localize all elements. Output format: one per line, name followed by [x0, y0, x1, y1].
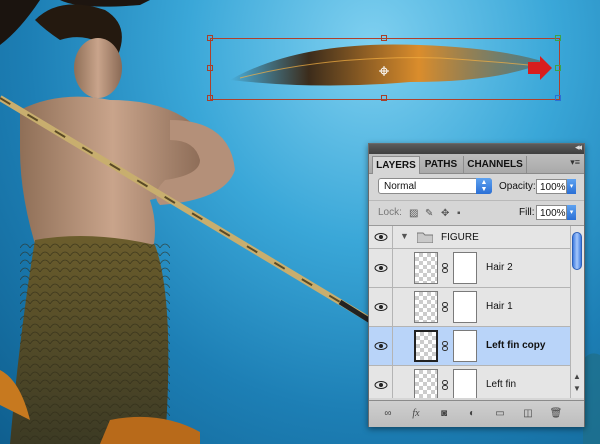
opacity-dropdown-icon[interactable]: ▾	[567, 179, 576, 194]
layer-mask-thumbnail[interactable]	[453, 291, 477, 323]
visibility-eye-icon[interactable]	[374, 262, 388, 274]
layer-hair-1[interactable]: Hair 1	[369, 288, 570, 327]
mask-link-icon[interactable]	[442, 302, 448, 312]
transform-handle-top-left[interactable]	[207, 35, 213, 41]
collapse-panel-icon[interactable]: ◂◂	[575, 142, 582, 153]
layers-scrollbar[interactable]: ▲ ▼	[570, 226, 584, 398]
layer-hair-2[interactable]: Hair 2	[369, 249, 570, 288]
transform-handle-bottom-left[interactable]	[207, 95, 213, 101]
transform-handle-top-right[interactable]	[555, 35, 561, 41]
layer-name: Hair 2	[486, 262, 513, 273]
transform-handle-bottom-right[interactable]	[555, 95, 561, 101]
blend-mode-arrows-icon[interactable]: ▲ ▼	[476, 178, 492, 194]
scroll-down-arrow-icon[interactable]: ▼	[573, 384, 581, 393]
layer-left-fin-copy[interactable]: Left fin copy	[369, 327, 570, 366]
blend-mode-value: Normal	[384, 181, 417, 192]
lock-position-icon[interactable]: ✥	[441, 209, 451, 219]
blend-mode-select[interactable]: Normal ▲ ▼	[378, 178, 492, 194]
opacity-input[interactable]: 100%	[536, 179, 567, 194]
layer-mask-thumbnail[interactable]	[453, 330, 477, 362]
fx-icon[interactable]: fx	[409, 407, 423, 421]
fill-input[interactable]: 100%	[536, 205, 567, 220]
layers-list: ▼ FIGURE Hair 2 Hair 1 Left fin copy Lef…	[369, 226, 570, 398]
transform-handle-bottom-center[interactable]	[381, 95, 387, 101]
layer-name: FIGURE	[441, 232, 479, 243]
panel-menu-icon[interactable]: ▾≡	[570, 157, 580, 168]
transform-handle-middle-left[interactable]	[207, 65, 213, 71]
link-layers-icon[interactable]: ∞	[381, 407, 395, 421]
trash-icon[interactable]: 🗑	[549, 407, 563, 421]
visibility-eye-icon[interactable]	[374, 231, 388, 243]
layer-thumbnail[interactable]	[414, 252, 438, 284]
lock-label: Lock:	[378, 207, 402, 218]
visibility-eye-icon[interactable]	[374, 301, 388, 313]
transform-handle-top-center[interactable]	[381, 35, 387, 41]
panel-bottom-toolbar: ∞ fx ◙ ◐ ▭ ◫ 🗑	[369, 400, 584, 427]
new-group-icon[interactable]: ▭	[493, 407, 507, 421]
lock-all-icon[interactable]: ▪	[457, 209, 467, 219]
layer-mask-thumbnail[interactable]	[453, 252, 477, 284]
group-expand-triangle-icon[interactable]: ▼	[400, 231, 409, 241]
scroll-up-arrow-icon[interactable]: ▲	[573, 372, 581, 381]
layer-name: Hair 1	[486, 301, 513, 312]
mask-link-icon[interactable]	[442, 341, 448, 351]
layer-name: Left fin	[486, 379, 517, 390]
layer-thumbnail[interactable]	[414, 291, 438, 323]
transform-handle-middle-right[interactable]	[555, 65, 561, 71]
lock-transparent-icon[interactable]: ▨	[409, 209, 419, 219]
scrollbar-thumb[interactable]	[572, 232, 582, 270]
layer-left-fin[interactable]: Left fin	[369, 366, 570, 398]
fill-dropdown-icon[interactable]: ▾	[567, 205, 576, 220]
folder-icon	[417, 232, 433, 243]
panel-title-bar[interactable]: ◂◂	[369, 142, 584, 154]
fill-label: Fill:	[519, 207, 535, 218]
layers-panel: ◂◂ LAYERS PATHS CHANNELS ▾≡ Normal ▲ ▼ Op…	[368, 142, 585, 427]
tab-channels[interactable]: CHANNELS	[464, 156, 527, 173]
tab-layers[interactable]: LAYERS	[372, 156, 420, 174]
mask-link-icon[interactable]	[442, 380, 448, 390]
mask-link-icon[interactable]	[442, 263, 448, 273]
add-mask-icon[interactable]: ◙	[437, 407, 451, 421]
panel-tabs: LAYERS PATHS CHANNELS ▾≡	[369, 154, 584, 174]
layer-name: Left fin copy	[486, 340, 546, 351]
new-layer-icon[interactable]: ◫	[521, 407, 535, 421]
tab-paths[interactable]: PATHS	[419, 156, 464, 173]
layer-thumbnail[interactable]	[414, 330, 438, 362]
lock-image-icon[interactable]: ✎	[425, 209, 435, 219]
visibility-eye-icon[interactable]	[374, 379, 388, 391]
blend-opacity-row: Normal ▲ ▼ Opacity: 100% ▾	[369, 175, 584, 197]
visibility-eye-icon[interactable]	[374, 340, 388, 352]
layer-group-figure[interactable]: ▼ FIGURE	[369, 226, 570, 249]
layer-thumbnail[interactable]	[414, 369, 438, 398]
layer-mask-thumbnail[interactable]	[453, 369, 477, 398]
lock-fill-row: Lock: ▨ ✎ ✥ ▪ Fill: 100% ▾	[369, 200, 584, 226]
adjustment-layer-icon[interactable]: ◐	[465, 407, 479, 421]
opacity-label: Opacity:	[499, 181, 536, 192]
transform-center-point-icon[interactable]	[379, 63, 389, 76]
